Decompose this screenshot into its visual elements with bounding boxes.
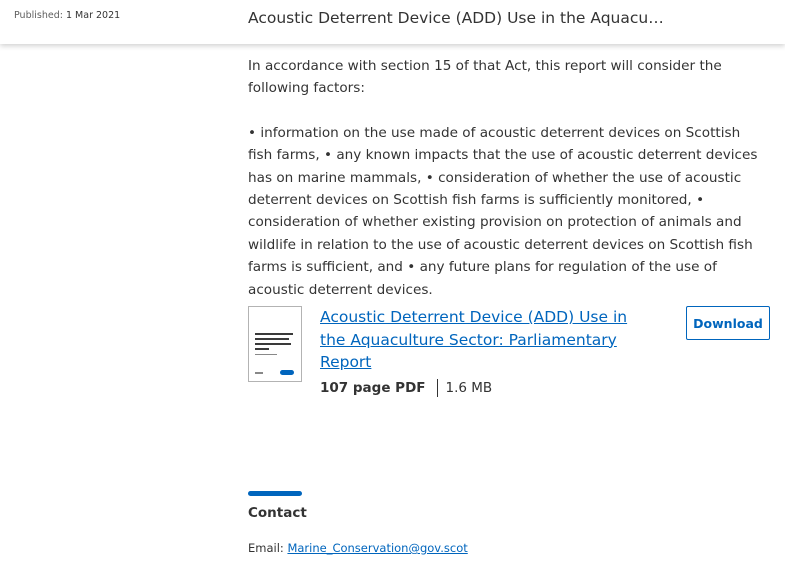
document-thumbnail-icon[interactable]: [248, 306, 302, 382]
contact-heading: Contact: [248, 505, 307, 521]
document-download-block: Acoustic Deterrent Device (ADD) Use in t…: [248, 306, 770, 406]
contact-email: Email: Marine_Conservation@gov.scot: [248, 541, 468, 555]
factors-paragraph: • information on the use made of acousti…: [248, 124, 758, 298]
published-date: 1 Mar 2021: [65, 10, 121, 21]
page-header: Published: 1 Mar 2021 Acoustic Deterrent…: [0, 0, 785, 44]
download-button[interactable]: Download: [686, 306, 770, 340]
main-content: In accordance with section 15 of that Ac…: [248, 55, 768, 301]
intro-paragraph: In accordance with section 15 of that Ac…: [248, 58, 722, 97]
published-label: Published:: [14, 10, 63, 21]
meta-divider: [436, 379, 438, 397]
file-type: 107 page PDF: [320, 380, 426, 396]
file-meta: 107 page PDF 1.6 MB: [320, 379, 492, 397]
document-link[interactable]: Acoustic Deterrent Device (ADD) Use in t…: [320, 306, 640, 374]
published-meta: Published: 1 Mar 2021: [14, 10, 120, 21]
email-link[interactable]: Marine_Conservation@gov.scot: [287, 541, 467, 555]
email-label: Email:: [248, 541, 284, 555]
file-size: 1.6 MB: [445, 380, 493, 396]
document-title: Acoustic Deterrent Device (ADD) Use in t…: [248, 9, 668, 27]
contact-accent-bar: [248, 491, 302, 496]
